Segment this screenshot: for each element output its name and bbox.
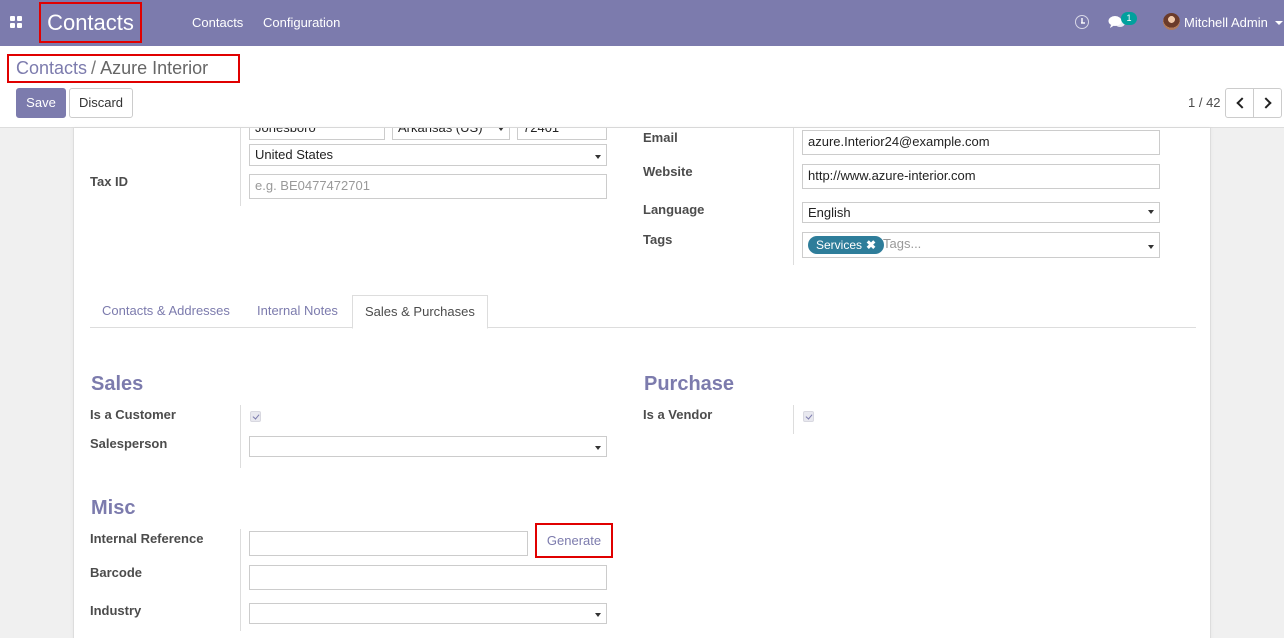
- pager-next-button[interactable]: [1253, 88, 1282, 118]
- country-value: United States: [255, 147, 334, 162]
- barcode-input[interactable]: [249, 565, 607, 590]
- is-customer-label: Is a Customer: [90, 407, 176, 422]
- tab-internal-notes[interactable]: Internal Notes: [245, 295, 350, 328]
- is-customer-checkbox[interactable]: [250, 411, 261, 422]
- menu-contacts[interactable]: Contacts: [192, 0, 243, 46]
- chevron-down-icon: [1148, 245, 1154, 249]
- misc-section-title: Misc: [91, 497, 136, 519]
- internal-reference-label: Internal Reference: [90, 531, 204, 546]
- notebook-tabs: Contacts & Addresses Internal Notes Sale…: [90, 295, 1196, 329]
- avatar[interactable]: [1163, 13, 1180, 30]
- tag-chip-services: Services ✖: [808, 236, 885, 254]
- chevron-down-icon: [595, 155, 601, 159]
- chevron-down-icon[interactable]: [1275, 21, 1283, 25]
- tab-contacts-addresses[interactable]: Contacts & Addresses: [90, 295, 242, 328]
- activity-clock-icon[interactable]: [1075, 15, 1089, 29]
- chevron-right-icon: [1260, 97, 1272, 109]
- user-menu[interactable]: Mitchell Admin: [1184, 0, 1268, 46]
- field-separator: [240, 128, 241, 206]
- barcode-label: Barcode: [90, 565, 143, 580]
- zip-field[interactable]: 72401: [517, 128, 607, 140]
- language-value: English: [808, 205, 851, 220]
- save-button[interactable]: Save: [16, 88, 66, 118]
- generate-button[interactable]: Generate: [535, 523, 613, 558]
- state-field[interactable]: Arkansas (US): [392, 128, 510, 140]
- email-input[interactable]: azure.Interior24@example.com: [802, 130, 1160, 155]
- industry-select[interactable]: [249, 603, 607, 624]
- industry-label: Industry: [90, 603, 142, 618]
- salesperson-select[interactable]: [249, 436, 607, 457]
- tax-id-label: Tax ID: [90, 174, 129, 189]
- language-select[interactable]: English: [802, 202, 1160, 223]
- state-value: Arkansas (US): [398, 128, 483, 135]
- chat-badge: 1: [1121, 12, 1137, 25]
- tags-label: Tags: [643, 232, 673, 247]
- chevron-down-icon: [1148, 210, 1154, 214]
- tab-sales-purchases[interactable]: Sales & Purchases: [352, 295, 488, 329]
- website-label: Website: [643, 164, 693, 179]
- pager-previous-button[interactable]: [1225, 88, 1254, 118]
- field-separator: [240, 529, 241, 631]
- chevron-down-icon: [595, 613, 601, 617]
- tag-chip-label: Services: [816, 238, 863, 252]
- pager-value[interactable]: 1 / 42: [1188, 88, 1221, 118]
- breadcrumb-current: Azure Interior: [100, 58, 209, 78]
- chevron-left-icon: [1236, 97, 1248, 109]
- form-sheet: Jonesboro Arkansas (US) 72401 United Sta…: [73, 128, 1211, 638]
- chevron-down-icon: [498, 128, 504, 131]
- field-separator: [240, 405, 241, 468]
- field-separator: [793, 405, 794, 434]
- tax-id-input[interactable]: e.g. BE0477472701: [249, 174, 607, 199]
- breadcrumb-parent[interactable]: Contacts: [16, 58, 87, 78]
- purchase-section-title: Purchase: [644, 373, 735, 395]
- is-vendor-label: Is a Vendor: [643, 407, 713, 422]
- chevron-down-icon: [595, 446, 601, 450]
- is-vendor-checkbox[interactable]: [803, 411, 814, 422]
- breadcrumb: Contacts / Azure Interior: [7, 54, 240, 83]
- language-label: Language: [643, 202, 705, 217]
- salesperson-label: Salesperson: [90, 436, 168, 451]
- menu-configuration[interactable]: Configuration: [263, 0, 340, 46]
- website-input[interactable]: http://www.azure-interior.com: [802, 164, 1160, 189]
- country-field[interactable]: United States: [249, 144, 607, 166]
- breadcrumb-separator: /: [91, 58, 97, 78]
- app-brand[interactable]: Contacts: [39, 2, 142, 43]
- city-field[interactable]: Jonesboro: [249, 128, 385, 140]
- discard-button[interactable]: Discard: [69, 88, 133, 118]
- tags-placeholder: Tags...: [883, 236, 922, 251]
- email-label: Email: [643, 130, 678, 145]
- field-separator: [793, 128, 794, 265]
- internal-reference-input[interactable]: [249, 531, 528, 556]
- top-navbar: Contacts Contacts Configuration 1 Mitche…: [0, 0, 1284, 46]
- close-icon[interactable]: ✖: [866, 238, 876, 252]
- sales-section-title: Sales: [91, 373, 144, 395]
- apps-menu-icon[interactable]: [10, 16, 22, 28]
- tags-input[interactable]: Services ✖ Tags...: [802, 232, 1160, 258]
- control-panel: Contacts / Azure Interior Save Discard 1 /…: [0, 46, 1284, 128]
